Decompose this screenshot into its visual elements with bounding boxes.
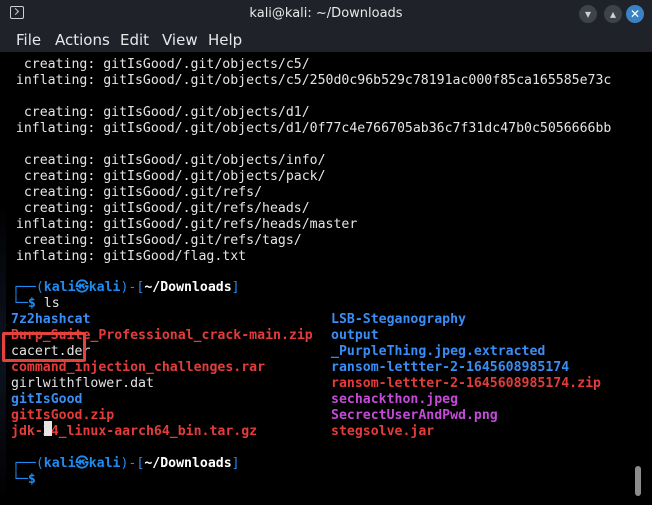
menu-help[interactable]: Help bbox=[208, 31, 242, 49]
listing-right-4: ransom-lettter-2-1645608985174.zip bbox=[331, 376, 601, 391]
output-line: creating: gitIsGood/.git/objects/pack/ bbox=[0, 169, 326, 184]
terminal-area[interactable]: creating: gitIsGood/.git/objects/c5/ inf… bbox=[0, 52, 652, 505]
listing-right-0: LSB-Steganography bbox=[331, 312, 466, 327]
command-text: ls bbox=[35, 296, 60, 311]
menu-file[interactable]: File bbox=[16, 31, 41, 49]
output-line: creating: gitIsGood/.git/refs/heads/ bbox=[0, 201, 310, 216]
output-line: creating: gitIsGood/.git/objects/c5/ bbox=[0, 57, 310, 72]
scrollbar-thumb[interactable] bbox=[635, 466, 641, 496]
prompt-line: ┌──(kali㉿kali)-[~/Downloads] bbox=[12, 456, 240, 472]
listing-left-0: 7z2hashcat bbox=[11, 312, 91, 327]
listing-left-4: girlwithflower.dat bbox=[11, 376, 154, 391]
prompt-second: └─ bbox=[12, 472, 28, 487]
command-line: └─$ bbox=[12, 472, 36, 488]
menu-bar: File Actions Edit View Help bbox=[0, 28, 652, 52]
prompt-second: └─ bbox=[12, 296, 28, 311]
output-line: creating: gitIsGood/.git/objects/info/ bbox=[0, 153, 326, 168]
listing-left-6: gitIsGood.zip bbox=[11, 408, 115, 423]
close-button[interactable]: ✕ bbox=[626, 5, 644, 23]
menu-view[interactable]: View bbox=[162, 31, 198, 49]
menu-edit[interactable]: Edit bbox=[120, 31, 149, 49]
window-title: kali@kali: ~/Downloads bbox=[249, 6, 403, 21]
prompt-close: )-[ bbox=[120, 280, 145, 295]
output-line: creating: gitIsGood/.git/objects/d1/ bbox=[0, 105, 310, 120]
highlight-annotation bbox=[2, 332, 86, 362]
prompt-line: ┌──(kali㉿kali)-[~/Downloads] bbox=[12, 280, 240, 296]
listing-right-6: SecrectUserAndPwd.png bbox=[331, 408, 498, 423]
prompt-close: )-[ bbox=[120, 456, 145, 471]
listing-right-5: sechackthon.jpeg bbox=[331, 392, 459, 407]
output-line: creating: gitIsGood/.git/refs/ bbox=[0, 185, 263, 200]
listing-right-7: stegsolve.jar bbox=[331, 424, 435, 439]
listing-right-2: _PurpleThing.jpeg.extracted bbox=[331, 344, 546, 359]
menu-actions[interactable]: Actions bbox=[55, 31, 110, 49]
listing-left-3: command_injection_challenges.rar bbox=[11, 360, 266, 375]
command-line: └─$ ls bbox=[12, 296, 60, 312]
listing-right-1: output bbox=[331, 328, 379, 343]
prompt-dollar: $ bbox=[27, 472, 36, 487]
output-line: inflating: gitIsGood/.git/objects/c5/250… bbox=[0, 73, 612, 88]
listing-right-3: ransom-lettter-2-1645608985174 bbox=[331, 360, 570, 375]
output-line: inflating: gitIsGood/flag.txt bbox=[0, 249, 247, 264]
output-line: inflating: gitIsGood/.git/refs/heads/mas… bbox=[0, 217, 358, 232]
prompt-end: ] bbox=[231, 456, 240, 471]
prompt-dollar: $ bbox=[27, 296, 36, 311]
output-line: inflating: gitIsGood/.git/objects/d1/0f7… bbox=[0, 121, 612, 136]
prompt-open: ┌──( bbox=[12, 280, 44, 295]
prompt-end: ] bbox=[231, 280, 240, 295]
prompt-user: kali㉿kali bbox=[43, 280, 121, 295]
prompt-open: ┌──( bbox=[12, 456, 44, 471]
maximize-button[interactable]: ▴ bbox=[604, 5, 622, 23]
output-line: creating: gitIsGood/.git/refs/tags/ bbox=[0, 233, 302, 248]
prompt-dir: ~/Downloads bbox=[144, 456, 232, 471]
minimize-button[interactable]: ▾ bbox=[579, 5, 597, 23]
listing-left-5: gitIsGood bbox=[11, 392, 83, 407]
text-cursor bbox=[44, 421, 52, 436]
title-bar: kali@kali: ~/Downloads ▾ ▴ ✕ bbox=[0, 0, 652, 28]
prompt-user: kali㉿kali bbox=[43, 456, 121, 471]
prompt-dir: ~/Downloads bbox=[144, 280, 232, 295]
